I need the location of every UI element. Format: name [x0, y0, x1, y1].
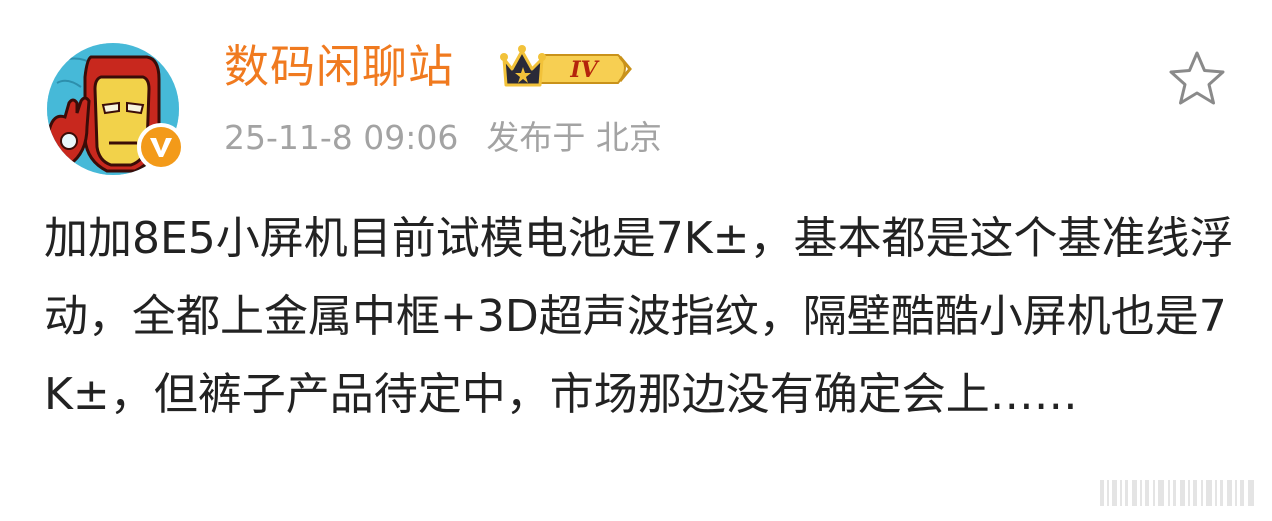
svg-text:IV: IV — [569, 57, 599, 83]
post-meta: 25-11-8 09:06 发布于 北京 — [224, 110, 662, 166]
author-avatar-container[interactable] — [47, 43, 185, 181]
weibo-post: 数码闲聊站 IV 25-11-8 09:06 发布于 北京 加加8E5小屏机目前试… — [0, 0, 1272, 521]
level-badge[interactable]: IV — [500, 43, 634, 91]
verified-v-icon — [137, 123, 185, 171]
post-timestamp: 25-11-8 09:06 — [224, 118, 459, 157]
post-location: 发布于 北京 — [486, 118, 662, 157]
favorite-button[interactable] — [1166, 48, 1228, 110]
star-outline-icon — [1169, 51, 1225, 105]
barcode-watermark-icon — [1100, 480, 1254, 506]
post-body: 加加8E5小屏机目前试模电池是7K±，基本都是这个基准线浮动，全都上金属中框+3… — [44, 213, 1234, 420]
author-name[interactable]: 数码闲聊站 — [224, 36, 454, 98]
crown-icon: IV — [500, 45, 632, 87]
